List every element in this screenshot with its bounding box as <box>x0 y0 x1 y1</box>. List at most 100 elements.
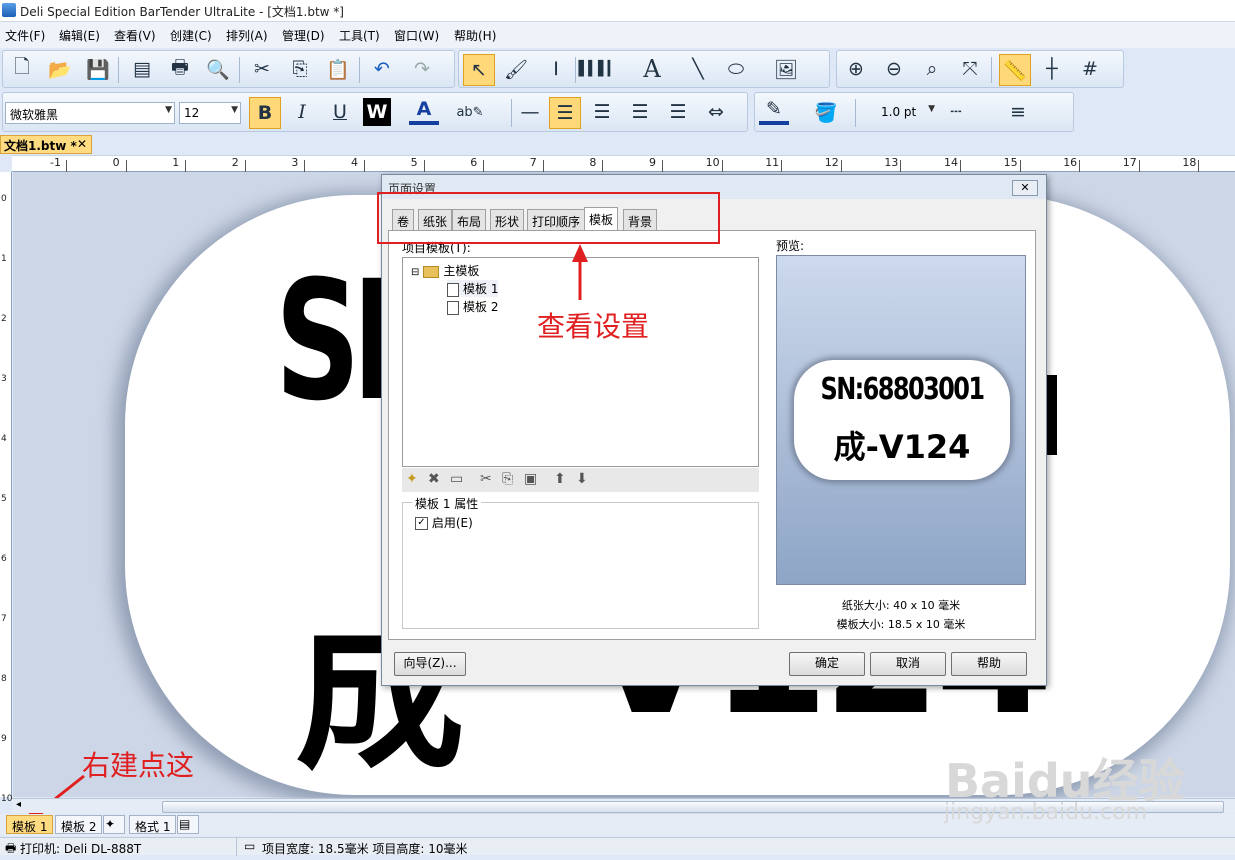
close-tab-icon[interactable]: ✕ <box>77 137 87 151</box>
enable-checkbox[interactable]: ✓ 启用(E) <box>415 514 473 531</box>
print-icon[interactable]: 🖶 <box>165 54 195 84</box>
save-icon[interactable]: 💾 <box>83 54 113 84</box>
bold-icon[interactable]: B <box>249 97 281 129</box>
open-folder-icon[interactable]: 📂 <box>45 54 75 84</box>
vertical-ruler: 0 1 2 3 4 5 6 7 8 9 10 <box>0 172 12 804</box>
new-template-tab-icon[interactable]: ✦ <box>103 815 125 834</box>
align-justify-icon[interactable]: ☰ <box>663 97 693 127</box>
snap-lines-icon[interactable]: ┼ <box>1037 54 1067 84</box>
zoom-in-icon[interactable]: ⊕ <box>841 54 871 84</box>
zoom-full-icon[interactable]: ⤧ <box>955 54 985 84</box>
paste-icon[interactable]: 📋 <box>323 54 353 84</box>
tree-item-template-1[interactable]: 模板 1 <box>447 280 499 297</box>
menu-tools[interactable]: 工具(T) <box>339 27 380 44</box>
line-color-icon[interactable]: ✎ <box>759 97 789 125</box>
italic-icon[interactable]: I <box>287 97 317 127</box>
bottom-tab-template-2[interactable]: 模板 2 <box>55 815 103 834</box>
preview-line-2: 成-V124 <box>833 428 971 466</box>
font-size-select[interactable]: 12 ▼ <box>179 102 241 124</box>
align-right-icon[interactable]: ☰ <box>625 97 655 127</box>
picture-icon[interactable]: 🖼 <box>771 54 801 84</box>
ruler-left-tick: 8 <box>1 674 7 684</box>
barcode-icon[interactable]: ▌▍▌▎ <box>578 54 618 84</box>
ruler-top-tick: 5 <box>410 156 418 169</box>
ruler-top-mark <box>781 160 783 172</box>
size-icon: ▭ <box>244 839 256 853</box>
ruler-top-mark <box>1079 160 1081 172</box>
new-template-icon[interactable]: ✦ <box>406 471 418 487</box>
menu-manage[interactable]: 管理(D) <box>282 27 325 44</box>
paste-icon[interactable]: ▣ <box>524 471 537 487</box>
document-icon <box>447 282 459 297</box>
cancel-button[interactable]: 取消 <box>870 652 946 676</box>
reverse-text-icon[interactable]: W <box>363 98 391 126</box>
copy-icon[interactable]: ⎘ <box>502 471 513 487</box>
menu-edit[interactable]: 编辑(E) <box>59 27 100 44</box>
page-setup-icon[interactable]: ▤ <box>127 54 157 84</box>
ok-button[interactable]: 确定 <box>789 652 865 676</box>
redo-icon[interactable]: ↷ <box>407 54 437 84</box>
line-width-select[interactable]: 1.0 pt ▼ <box>861 102 937 124</box>
underline-icon[interactable]: U <box>325 97 355 127</box>
tree-item-template-2[interactable]: 模板 2 <box>447 298 498 315</box>
align-center-icon[interactable]: ☰ <box>587 97 617 127</box>
cut-icon[interactable]: ✂ <box>480 471 492 487</box>
new-file-icon[interactable]: 🗋 <box>7 54 37 84</box>
delete-icon[interactable]: ✖ <box>428 471 440 487</box>
text-cursor-icon[interactable]: Ι <box>541 54 571 84</box>
fit-width-icon[interactable]: ⇔ <box>701 97 731 127</box>
help-button[interactable]: 帮助 <box>951 652 1027 676</box>
checkbox-checked-icon[interactable]: ✓ <box>415 517 428 530</box>
menu-view[interactable]: 查看(V) <box>114 27 156 44</box>
grid-icon[interactable]: # <box>1075 54 1105 84</box>
menu-arrange[interactable]: 排列(A) <box>226 27 268 44</box>
line-end-icon[interactable]: ≡ <box>1003 97 1033 127</box>
align-left-icon[interactable]: ☰ <box>549 97 581 129</box>
tree-root-label: 主模板 <box>443 264 480 278</box>
fill-color-icon[interactable]: 🪣 <box>811 97 841 127</box>
annotation-right-click-here: 右建点这 <box>82 749 195 782</box>
move-up-icon[interactable]: ⬆ <box>554 471 566 487</box>
format-painter-icon[interactable]: 🖌 <box>501 54 531 84</box>
menu-create[interactable]: 创建(C) <box>170 27 212 44</box>
menu-file[interactable]: 文件(F) <box>5 27 45 44</box>
select-pointer-icon[interactable]: ↖ <box>463 54 495 86</box>
line-toolbar: ✎ 🪣 1.0 pt ▼ ┄ ≡ <box>754 92 1074 132</box>
ruler-icon[interactable]: 📏 <box>999 54 1031 86</box>
bottom-tab-format-1[interactable]: 格式 1 <box>129 815 177 834</box>
menu-window[interactable]: 窗口(W) <box>394 27 439 44</box>
menu-help[interactable]: 帮助(H) <box>454 27 496 44</box>
collapse-icon[interactable]: ⊟ <box>411 267 419 278</box>
shape-icon[interactable]: ⬭ <box>721 54 751 84</box>
line-icon[interactable]: ╲ <box>683 54 713 84</box>
text-object-icon[interactable]: A <box>637 54 667 84</box>
new-format-tab-icon[interactable]: ▤ <box>177 815 199 834</box>
undo-icon[interactable]: ↶ <box>367 54 397 84</box>
zoom-out-icon[interactable]: ⊖ <box>879 54 909 84</box>
ruler-top-tick: 6 <box>470 156 478 169</box>
move-down-icon[interactable]: ⬇ <box>576 471 588 487</box>
horizontal-ruler: -1 0 1 2 3 4 5 6 7 8 9 10 11 12 13 14 15 16 17 18 <box>12 155 1235 172</box>
bottom-tab-template-1[interactable]: 模板 1 <box>6 815 54 834</box>
dialog-close-icon[interactable]: ✕ <box>1012 180 1038 196</box>
rename-icon[interactable]: ▭ <box>450 471 463 487</box>
menu-bar: 文件(F) 编辑(E) 查看(V) 创建(C) 排列(A) 管理(D) 工具(T… <box>0 22 1235 48</box>
font-color-icon[interactable]: A <box>409 97 439 125</box>
baidu-watermark-url: jingyan.baidu.com <box>944 800 1148 825</box>
cut-icon[interactable]: ✂ <box>247 54 277 84</box>
dash-style-icon[interactable]: ┄ <box>941 97 971 127</box>
line-style-icon[interactable]: — <box>515 97 545 127</box>
print-preview-icon[interactable]: 🔍 <box>203 54 233 84</box>
document-tab[interactable]: 文档1.btw * ✕ <box>0 135 92 154</box>
zoom-fit-icon[interactable]: ⌕ <box>917 54 947 84</box>
tree-root-item[interactable]: ⊟ 主模板 <box>411 262 479 279</box>
ruler-top-tick: 4 <box>351 156 358 169</box>
wizard-button[interactable]: 向导(Z)... <box>394 652 466 676</box>
highlight-icon[interactable]: ab✎ <box>455 97 485 127</box>
document-icon <box>447 300 459 315</box>
scroll-left-icon[interactable]: ◂ <box>16 799 21 810</box>
font-family-select[interactable]: 微软雅黑 ▼ <box>5 102 175 124</box>
copy-icon[interactable]: ⎘ <box>285 54 315 84</box>
ruler-top-tick: 8 <box>589 156 597 169</box>
folder-icon <box>423 265 440 278</box>
